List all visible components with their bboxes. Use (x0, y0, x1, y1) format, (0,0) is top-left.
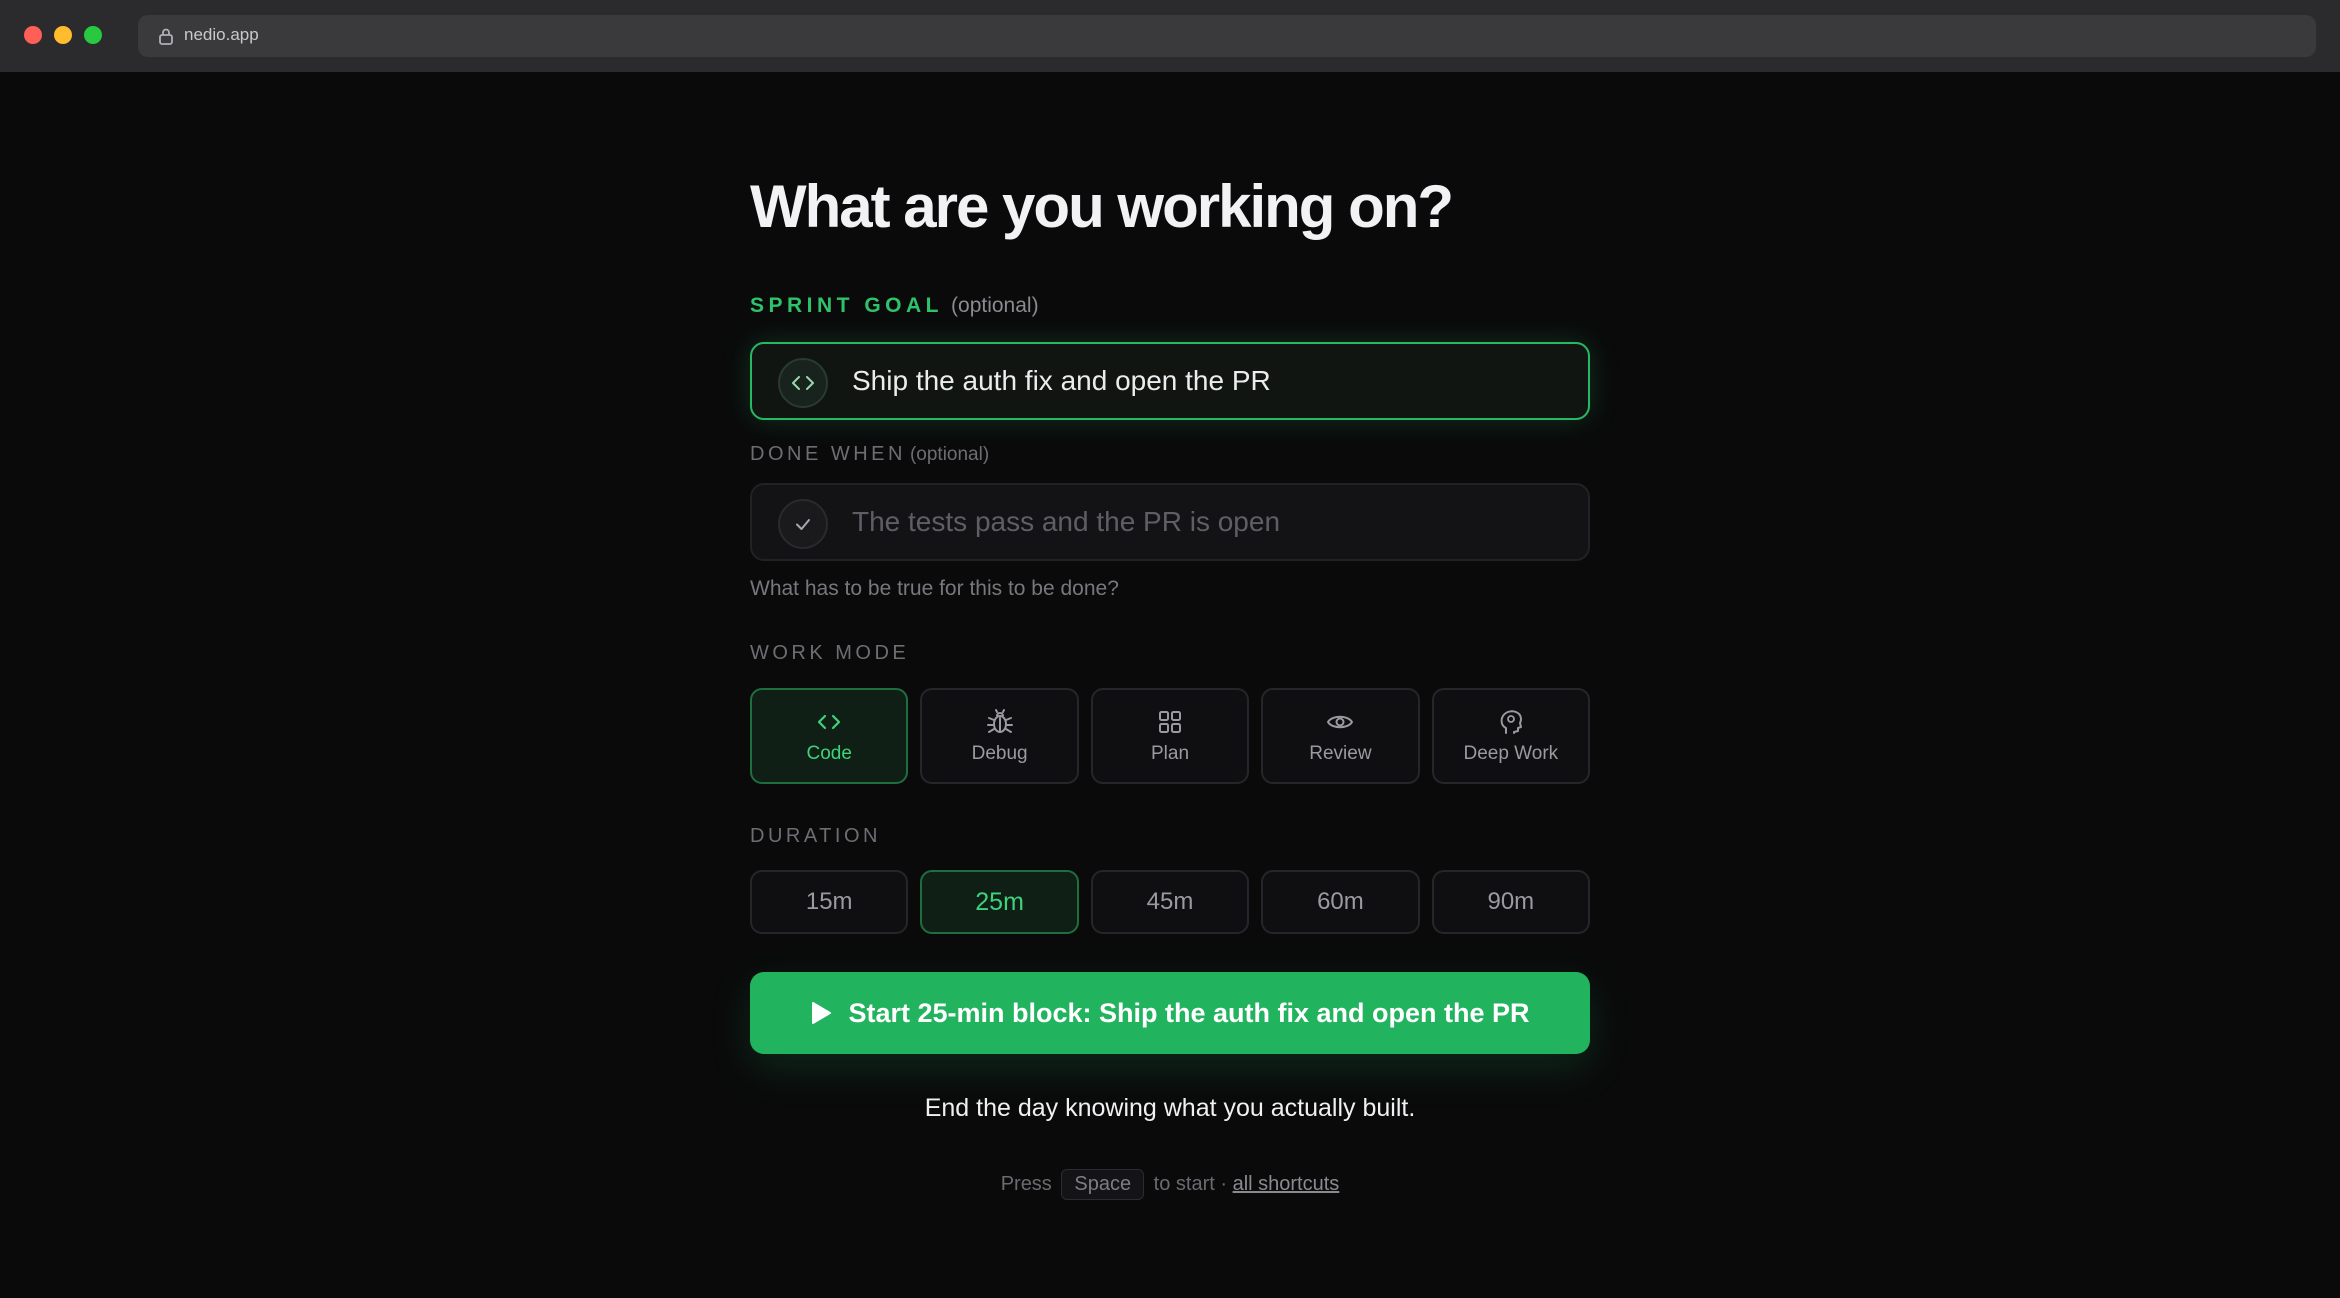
done-when-optional-text: (optional) (909, 444, 990, 465)
maximize-window-button[interactable] (84, 26, 102, 44)
duration-label-60m: 60m (1317, 888, 1364, 915)
duration-60m[interactable]: 60m (1261, 870, 1420, 934)
sprint-goal-label: SPRINT GOAL (optional) (750, 294, 1039, 318)
code-icon (778, 358, 828, 408)
work-mode-label-code: Code (806, 743, 852, 764)
duration-label-15m: 15m (805, 888, 853, 915)
done-when-label-text: DONE WHEN (750, 443, 906, 465)
shortcut-hint: Press Space to start · all shortcuts (750, 1169, 1590, 1200)
done-when-label: DONE WHEN (optional) (750, 443, 989, 466)
address-bar[interactable]: nedio.app (138, 15, 2316, 57)
duration-25m[interactable]: 25m (920, 870, 1079, 934)
close-window-button[interactable] (24, 26, 42, 44)
grid-icon (1159, 711, 1182, 733)
tagline: End the day knowing what you actually bu… (924, 1094, 1416, 1122)
eye-icon (1327, 715, 1354, 729)
duration-90m[interactable]: 90m (1431, 870, 1591, 934)
work-mode-label-debug: Debug (971, 743, 1028, 764)
duration-label: DURATION (750, 825, 881, 847)
duration-15m[interactable]: 15m (750, 870, 909, 934)
work-mode-code[interactable]: Code (750, 688, 909, 784)
sprint-goal-label-text: SPRINT GOAL (750, 294, 944, 317)
work-mode-plan[interactable]: Plan (1090, 688, 1250, 784)
space-key-badge: Space (1061, 1169, 1145, 1200)
duration-45m[interactable]: 45m (1090, 870, 1250, 934)
work-mode-label-review: Review (1309, 743, 1372, 764)
url-text: nedio.app (184, 25, 259, 44)
all-shortcuts-link[interactable]: all shortcuts (1233, 1173, 1340, 1195)
hint-to-start-text: to start · (1153, 1173, 1228, 1195)
play-icon (812, 1002, 832, 1024)
work-mode-label-deep-work: Deep Work (1463, 743, 1559, 764)
hint-press-text: Press (1000, 1173, 1052, 1195)
work-mode-options: Code Debug Plan Review Deep Work (750, 688, 1591, 784)
code-icon (818, 714, 841, 730)
duration-label-25m: 25m (975, 887, 1024, 916)
done-when-input[interactable] (852, 485, 1572, 559)
browser-chrome: nedio.app (0, 0, 2340, 72)
bug-icon (986, 709, 1013, 733)
page: What are you working on? SPRINT GOAL (opt… (0, 72, 2340, 1298)
duration-label-90m: 90m (1487, 888, 1535, 915)
start-block-button[interactable]: Start 25-min block: Ship the auth fix an… (750, 972, 1590, 1054)
work-mode-deep-work[interactable]: Deep Work (1431, 688, 1591, 784)
duration-options: 15m 25m 45m 60m 90m (750, 870, 1591, 934)
done-when-helper-text: What has to be true for this to be done? (750, 577, 1119, 600)
work-mode-label-plan: Plan (1151, 743, 1190, 764)
minimize-window-button[interactable] (54, 26, 72, 44)
work-mode-debug[interactable]: Debug (920, 688, 1079, 784)
page-title: What are you working on? (750, 173, 1454, 240)
brain-icon (1500, 710, 1522, 734)
duration-label-45m: 45m (1146, 888, 1194, 915)
sprint-goal-optional-text: (optional) (951, 294, 1039, 317)
done-when-field[interactable] (750, 483, 1590, 561)
work-mode-label: WORK MODE (750, 642, 910, 664)
check-icon (778, 499, 828, 549)
lock-icon (158, 27, 174, 45)
sprint-goal-input[interactable] (852, 344, 1572, 418)
start-block-label: Start 25-min block: Ship the auth fix an… (848, 997, 1530, 1028)
sprint-goal-field[interactable] (750, 342, 1590, 420)
work-mode-review[interactable]: Review (1261, 688, 1420, 784)
